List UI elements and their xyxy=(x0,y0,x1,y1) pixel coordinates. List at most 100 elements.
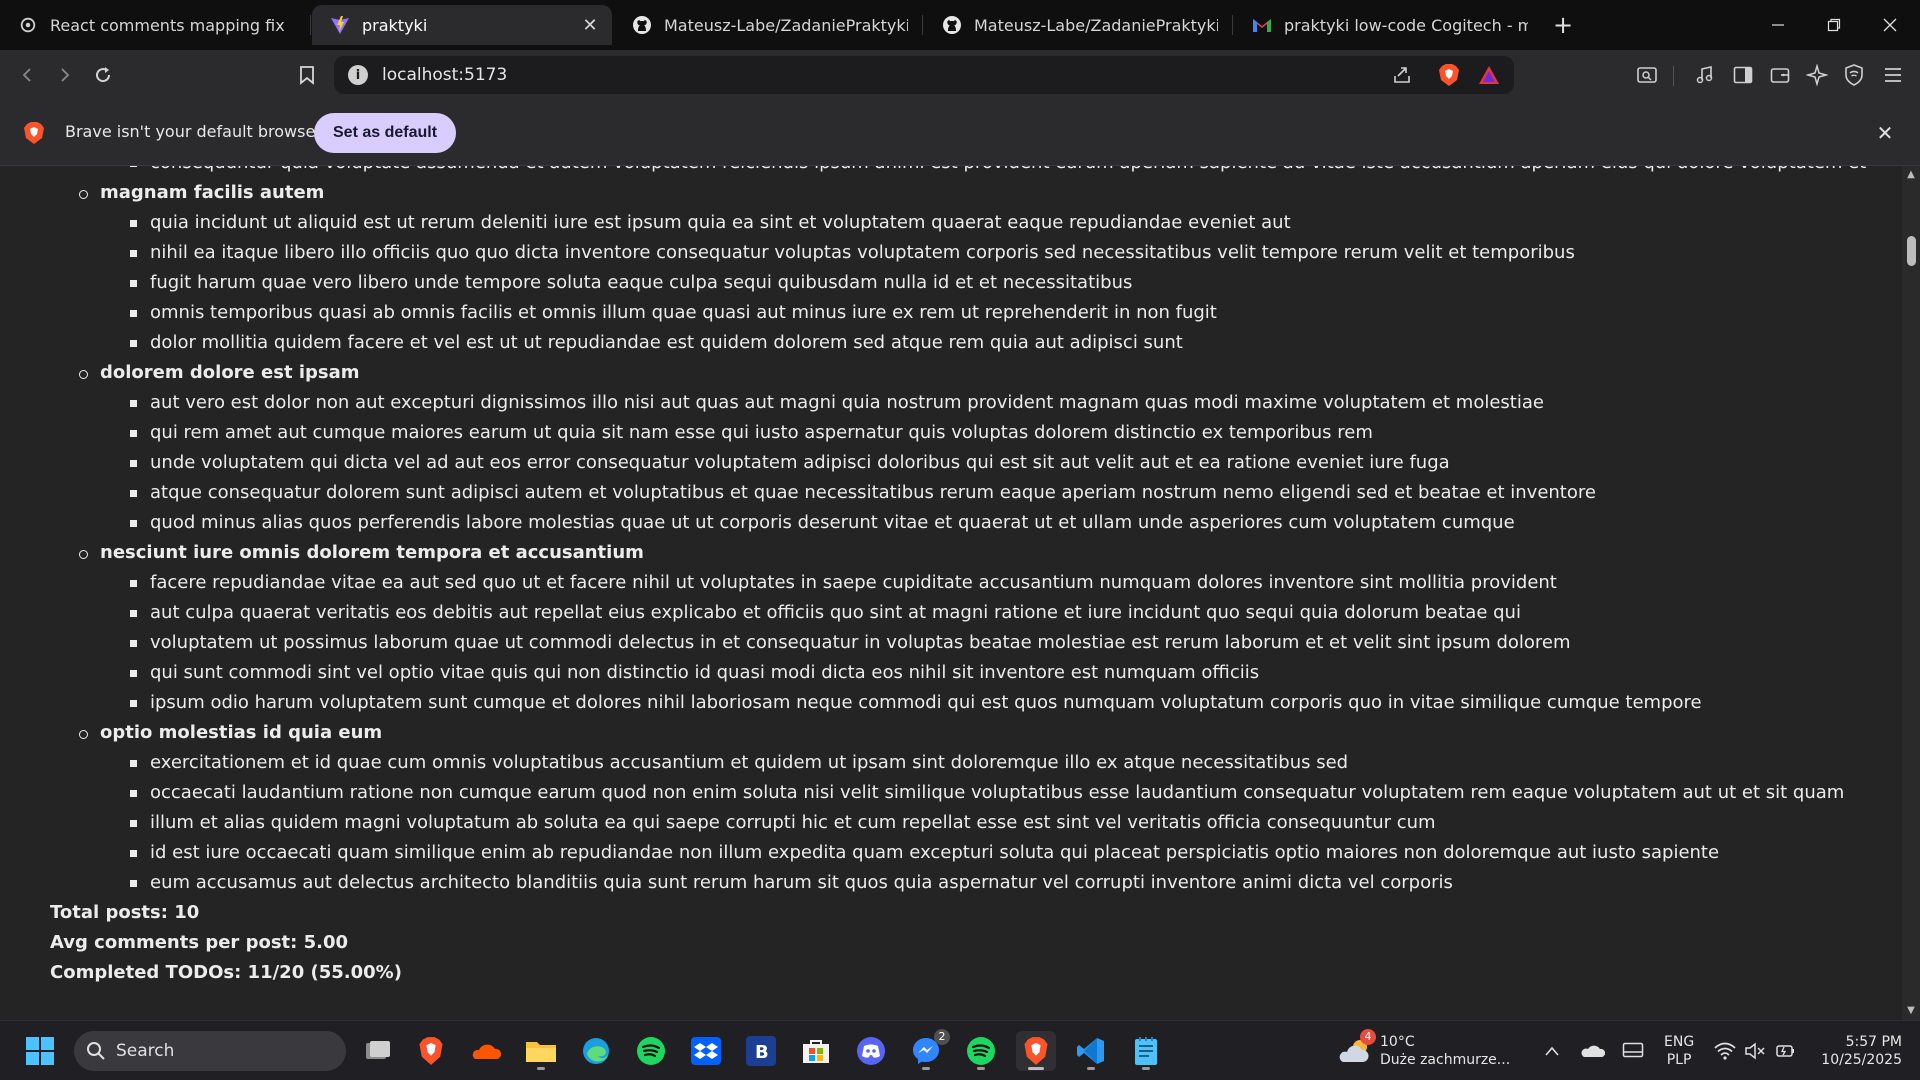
spotify-icon[interactable] xyxy=(961,1031,1001,1071)
weather-widget[interactable]: 4 10°C Duże zachmurze... xyxy=(1338,1029,1510,1071)
edge-icon[interactable] xyxy=(576,1031,616,1071)
vpn-icon[interactable] xyxy=(1837,58,1871,92)
comment-item: quod minus alias quos perferendis labore… xyxy=(130,508,1515,538)
tab-github-1[interactable]: Mateusz-Labe/ZadaniePraktyki xyxy=(614,5,920,45)
address-bar[interactable]: i localhost:5173 xyxy=(334,56,1514,94)
stat-completed-todos: Completed TODOs: 11/20 (55.00%) xyxy=(50,962,402,983)
page-viewport: consequuntur quia voluptate assumenda et… xyxy=(0,166,1902,1020)
b-app-icon[interactable]: B xyxy=(741,1031,781,1071)
search-icon xyxy=(87,1042,105,1060)
menu-icon[interactable] xyxy=(1876,58,1910,92)
search-label: Search xyxy=(116,1041,175,1061)
brave-icon[interactable] xyxy=(1016,1031,1056,1071)
windows-start-icon[interactable] xyxy=(20,1031,60,1071)
comment-item: id est iure occaecati quam similique eni… xyxy=(129,838,1719,868)
wifi-icon[interactable] xyxy=(1712,1031,1738,1071)
comment-item: facere repudiandae vitae ea aut sed quo … xyxy=(130,568,1557,598)
stat-total-posts: Total posts: 10 xyxy=(50,902,200,923)
chevron-up-icon[interactable] xyxy=(1540,1031,1564,1071)
battery-icon[interactable] xyxy=(1772,1031,1798,1071)
list-item-cut: consequuntur quia voluptate assumenda et… xyxy=(129,166,1866,178)
notepad-icon[interactable] xyxy=(1126,1031,1166,1071)
scroll-up-icon[interactable]: ▲ xyxy=(1906,170,1916,180)
scrollbar-thumb[interactable] xyxy=(1907,236,1916,266)
comment-item: qui sunt commodi sint vel optio vitae qu… xyxy=(129,658,1259,688)
forward-icon[interactable] xyxy=(48,58,82,92)
sidebar-icon[interactable] xyxy=(1726,58,1760,92)
browser-toolbar: i localhost:5173 xyxy=(0,50,1920,100)
music-icon[interactable] xyxy=(1688,58,1722,92)
display-icon[interactable] xyxy=(1618,1031,1648,1071)
discord-icon[interactable] xyxy=(851,1031,891,1071)
vscode-icon[interactable] xyxy=(1071,1031,1111,1071)
comment-item: exercitationem et id quae cum omnis volu… xyxy=(129,748,1348,778)
comment-item: occaecati laudantium ratione non cumque … xyxy=(129,778,1844,808)
new-tab-icon[interactable]: + xyxy=(1548,10,1578,40)
post-title: nesciunt iure omnis dolorem tempora et a… xyxy=(79,538,644,568)
scroll-down-icon[interactable]: ▼ xyxy=(1906,1006,1916,1016)
reload-icon[interactable] xyxy=(86,58,120,92)
minimize-icon[interactable] xyxy=(1750,0,1806,50)
comment-item: unde voluptatem qui dicta vel ad aut eos… xyxy=(130,448,1450,478)
taskbar-search[interactable]: Search xyxy=(74,1031,346,1071)
weather-temp: 10°C xyxy=(1380,1034,1415,1050)
share-icon[interactable] xyxy=(1385,58,1419,92)
tab-close-icon[interactable]: ✕ xyxy=(580,15,600,36)
set-as-default-button[interactable]: Set as default xyxy=(314,113,457,153)
page-scrollbar[interactable]: ▲ ▼ xyxy=(1902,166,1920,1020)
tab-title: React comments mapping fix xyxy=(50,15,285,35)
github-icon xyxy=(942,15,962,35)
brave-rewards-icon[interactable] xyxy=(1472,58,1506,92)
tab-title: praktyki low-code Cogitech - mati.lab xyxy=(1284,15,1528,35)
wallet-icon[interactable] xyxy=(1763,58,1797,92)
site-info-icon[interactable]: i xyxy=(348,65,368,85)
brave-logo-icon xyxy=(24,122,44,144)
comment-item: ipsum odio harum voluptatem sunt cumque … xyxy=(130,688,1702,718)
spotify-icon[interactable] xyxy=(631,1031,671,1071)
dropbox-icon[interactable] xyxy=(686,1031,726,1071)
task-view-icon[interactable] xyxy=(358,1031,398,1071)
clock[interactable]: 5:57 PM 10/25/2025 xyxy=(1810,1033,1902,1069)
post-title: magnam facilis autem xyxy=(78,178,324,208)
vite-icon xyxy=(330,15,350,35)
comment-item: aut vero est dolor non aut excepturi dig… xyxy=(130,388,1544,418)
messenger-icon[interactable]: 2 xyxy=(906,1029,950,1071)
clock-date: 10/25/2025 xyxy=(1821,1052,1902,1068)
tab-strip: React comments mapping fix praktyki ✕ Ma… xyxy=(0,0,1920,50)
tab-github-2[interactable]: Mateusz-Labe/ZadaniePraktyki xyxy=(924,5,1230,45)
comment-item: illum et alias quidem magni voluptatum a… xyxy=(130,808,1436,838)
comment-item: atque consequatur dolorem sunt adipisci … xyxy=(130,478,1596,508)
reader-mode-icon[interactable] xyxy=(1630,58,1664,92)
brave-shields-icon[interactable] xyxy=(1432,58,1466,92)
soundcloud-icon[interactable] xyxy=(466,1031,506,1071)
onedrive-icon[interactable] xyxy=(1578,1031,1608,1071)
language-indicator[interactable]: ENG PLP xyxy=(1664,1033,1694,1069)
bookmark-icon[interactable] xyxy=(290,58,324,92)
messenger-badge: 2 xyxy=(934,1029,950,1045)
comment-item: nihil ea itaque libero illo officiis quo… xyxy=(130,238,1575,268)
gmail-icon xyxy=(1252,15,1272,35)
tab-gmail[interactable]: praktyki low-code Cogitech - mati.lab xyxy=(1234,5,1540,45)
stat-avg-comments: Avg comments per post: 5.00 xyxy=(50,932,349,953)
close-window-icon[interactable] xyxy=(1862,0,1918,50)
comment-item: omnis temporibus quasi ab omnis facilis … xyxy=(130,298,1217,328)
microsoft-store-icon[interactable] xyxy=(796,1031,836,1071)
comment-item: qui rem amet aut cumque maiores earum ut… xyxy=(130,418,1373,448)
tab-praktyki[interactable]: praktyki ✕ xyxy=(312,5,612,45)
back-icon[interactable] xyxy=(10,58,44,92)
volume-muted-icon[interactable] xyxy=(1742,1031,1768,1071)
lang-line1: ENG xyxy=(1664,1034,1695,1050)
file-explorer-icon[interactable] xyxy=(521,1031,561,1071)
lang-line2: PLP xyxy=(1666,1052,1692,1068)
tab-title: Mateusz-Labe/ZadaniePraktyki xyxy=(664,15,908,35)
restore-icon[interactable] xyxy=(1806,0,1862,50)
url-text[interactable]: localhost:5173 xyxy=(382,65,507,85)
leo-ai-icon[interactable] xyxy=(1800,58,1834,92)
clock-time: 5:57 PM xyxy=(1845,1034,1902,1050)
close-infobar-icon[interactable]: ✕ xyxy=(1873,121,1897,145)
weather-badge: 4 xyxy=(1360,1029,1376,1045)
brave-icon[interactable] xyxy=(411,1031,451,1071)
openai-icon xyxy=(18,15,38,35)
tab-react-comments[interactable]: React comments mapping fix xyxy=(0,5,310,45)
comment-item: eum accusamus aut delectus architecto bl… xyxy=(130,868,1453,898)
